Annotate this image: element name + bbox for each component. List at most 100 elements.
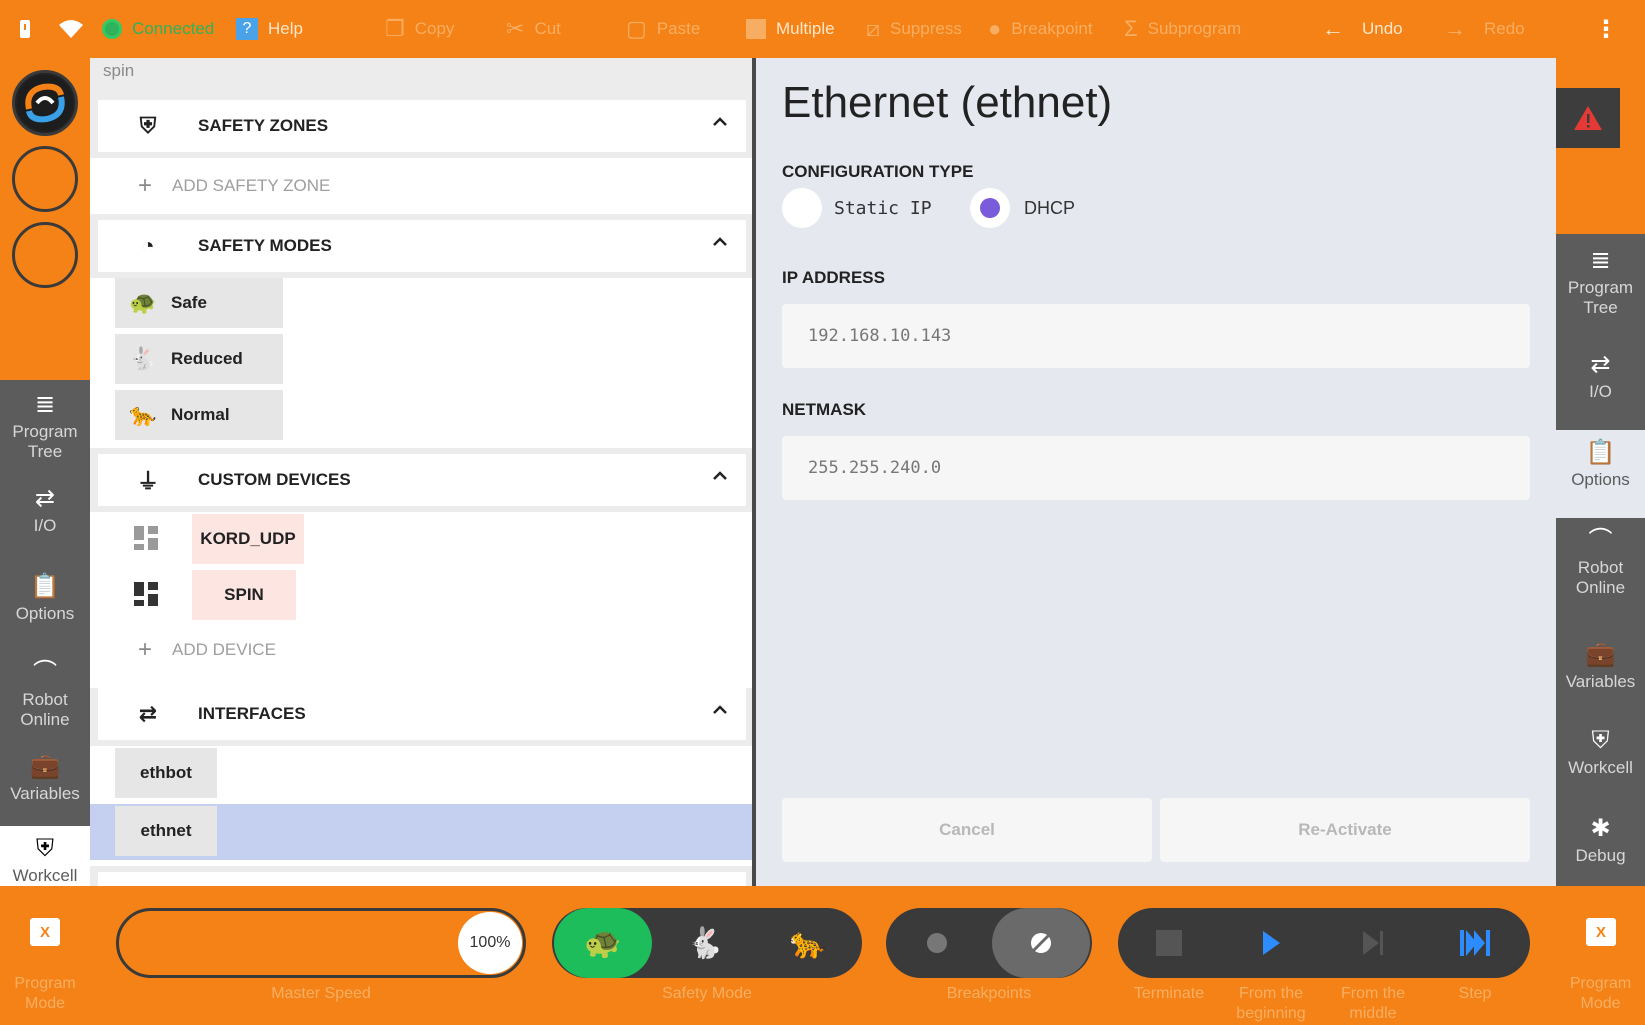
multiple-select-icon bbox=[746, 19, 766, 39]
run-from-beginning-button[interactable] bbox=[1220, 908, 1322, 978]
cancel-button[interactable]: Cancel bbox=[782, 798, 1152, 862]
breakpoints-off-button[interactable] bbox=[992, 908, 1090, 978]
dhcp-radio[interactable] bbox=[970, 188, 1010, 228]
arrows-icon: ⇄ bbox=[34, 485, 56, 512]
ip-address-label: IP ADDRESS bbox=[782, 268, 885, 287]
static-ip-label[interactable]: Static IP bbox=[834, 198, 932, 219]
nav-variables[interactable]: 💼 Variables bbox=[0, 750, 90, 824]
mode-safe-button[interactable]: 🐢 Safe bbox=[115, 278, 283, 328]
static-ip-radio[interactable] bbox=[782, 188, 822, 228]
dhcp-label[interactable]: DHCP bbox=[1024, 198, 1075, 219]
sigma-icon: Σ bbox=[1124, 16, 1138, 41]
briefcase-icon: 💼 bbox=[30, 753, 60, 780]
chevron-up-icon[interactable] bbox=[712, 702, 728, 718]
dashboard-icon bbox=[134, 526, 158, 550]
nav-label: Variables bbox=[1565, 672, 1636, 691]
more-menu-icon[interactable]: ⋮ bbox=[1594, 0, 1618, 58]
arrow-right-icon: → bbox=[1444, 16, 1466, 41]
nav-label: I/O bbox=[33, 516, 57, 535]
safety-mode-label: Safety Mode bbox=[662, 985, 752, 1002]
nav-program-tree[interactable]: ≣ Program Tree bbox=[1556, 244, 1645, 330]
terminate-button[interactable] bbox=[1118, 908, 1220, 978]
left-nav: ≣ Program Tree ⇄ I/O 📋 Options ⌒ Robot O… bbox=[0, 380, 90, 908]
master-speed-slider[interactable]: 100% bbox=[116, 908, 526, 978]
copy-button[interactable]: ❐ Copy bbox=[385, 0, 454, 58]
nav-label: Workcell bbox=[1568, 758, 1633, 777]
right-sidebar-top bbox=[1556, 58, 1645, 234]
safety-mode-normal-button[interactable]: 🐆 bbox=[758, 908, 858, 978]
paste-button[interactable]: ▢ Paste bbox=[626, 0, 700, 58]
nav-robot-online[interactable]: ⌒ Robot Online bbox=[1556, 524, 1645, 610]
device-kord-udp-button[interactable]: KORD_UDP bbox=[192, 514, 304, 564]
breadcrumb: spin bbox=[103, 61, 135, 80]
interfaces-body: ethbot ethnet bbox=[90, 746, 752, 866]
program-mode-left-button[interactable]: X bbox=[30, 918, 60, 946]
shield-icon: ⛨ bbox=[36, 835, 54, 862]
breakpoints-on-button[interactable] bbox=[888, 908, 986, 978]
section-persistent-variables[interactable]: ▭ bbox=[98, 872, 746, 886]
bottom-control-bar: X Program Mode 100% Master Speed 🐢 🐇 🐆 S… bbox=[0, 886, 1645, 1025]
robot-status-icon[interactable] bbox=[18, 0, 32, 58]
page-title: Ethernet (ethnet) bbox=[782, 78, 1113, 127]
nav-program-tree[interactable]: ≣ Program Tree bbox=[0, 388, 90, 470]
help-button[interactable]: ? Help bbox=[236, 0, 303, 58]
reactivate-button[interactable]: Re-Activate bbox=[1160, 798, 1530, 862]
section-safety-zones[interactable]: ⛨ SAFETY ZONES bbox=[98, 100, 746, 152]
master-speed-handle[interactable]: 100% bbox=[458, 912, 522, 974]
scissors-icon: ✂ bbox=[506, 16, 525, 41]
add-safety-zone-button[interactable]: + ADD SAFETY ZONE bbox=[138, 172, 330, 200]
ip-address-field[interactable]: 192.168.10.143 bbox=[782, 304, 1530, 368]
safety-mode-safe-button[interactable]: 🐢 bbox=[554, 908, 652, 978]
app-logo bbox=[12, 70, 78, 136]
list-icon: ≣ bbox=[1590, 247, 1611, 274]
nav-debug[interactable]: ✱ Debug bbox=[1556, 812, 1645, 882]
nav-io[interactable]: ⇄ I/O bbox=[0, 482, 90, 556]
nav-label: Variables bbox=[10, 784, 80, 803]
step-button[interactable] bbox=[1424, 908, 1526, 978]
status-circle-2[interactable] bbox=[12, 222, 78, 288]
interface-ethbot-button[interactable]: ethbot bbox=[115, 748, 217, 798]
add-device-button[interactable]: + ADD DEVICE bbox=[138, 636, 276, 664]
connection-status[interactable]: Connected bbox=[102, 0, 214, 58]
undo-button[interactable]: ← Undo bbox=[1322, 0, 1403, 58]
cheetah-icon: 🐆 bbox=[789, 926, 827, 960]
chevron-up-icon[interactable] bbox=[712, 468, 728, 484]
multiple-button[interactable]: Multiple bbox=[746, 0, 835, 58]
breakpoint-button[interactable]: ● Breakpoint bbox=[988, 0, 1093, 58]
mode-reduced-button[interactable]: 🐇 Reduced bbox=[115, 334, 283, 384]
rabbit-icon: 🐇 bbox=[686, 926, 724, 960]
briefcase-icon: 💼 bbox=[1585, 641, 1616, 668]
nav-robot-online[interactable]: ⌒ Robot Online bbox=[0, 656, 90, 738]
bug-icon: ✱ bbox=[1590, 815, 1611, 842]
chevron-up-icon[interactable] bbox=[712, 114, 728, 130]
wifi-icon[interactable] bbox=[58, 0, 84, 58]
section-safety-modes[interactable]: ◔ SAFETY MODES bbox=[98, 220, 746, 272]
warning-button[interactable] bbox=[1556, 88, 1620, 148]
suppress-button[interactable]: ⧄ Suppress bbox=[866, 0, 962, 58]
dot-icon bbox=[927, 933, 947, 953]
nav-variables[interactable]: 💼 Variables bbox=[1556, 638, 1645, 708]
cut-button[interactable]: ✂ Cut bbox=[506, 0, 561, 58]
chevron-up-icon[interactable] bbox=[712, 234, 728, 250]
mode-normal-button[interactable]: 🐆 Normal bbox=[115, 390, 283, 440]
section-title: SAFETY ZONES bbox=[198, 116, 329, 135]
nav-io[interactable]: ⇄ I/O bbox=[1556, 348, 1645, 418]
netmask-field[interactable]: 255.255.240.0 bbox=[782, 436, 1530, 500]
program-mode-right-button[interactable]: X bbox=[1586, 918, 1616, 946]
run-from-middle-button[interactable] bbox=[1322, 908, 1424, 978]
nav-label: Debug bbox=[1575, 846, 1626, 865]
device-spin-button[interactable]: SPIN bbox=[192, 570, 296, 620]
nav-options[interactable]: 📋 Options bbox=[1556, 430, 1645, 518]
status-circle-1[interactable] bbox=[12, 146, 78, 212]
redo-button[interactable]: → Redo bbox=[1444, 0, 1525, 58]
subprogram-button[interactable]: Σ Subprogram bbox=[1124, 0, 1241, 58]
terminate-label: Terminate bbox=[1133, 985, 1205, 1002]
nav-workcell[interactable]: ⛨ Workcell bbox=[1556, 724, 1645, 794]
safety-mode-reduced-button[interactable]: 🐇 bbox=[656, 908, 754, 978]
mode-label: Safe bbox=[171, 293, 207, 312]
interface-ethnet-button[interactable]: ethnet bbox=[115, 806, 217, 856]
custom-devices-body: KORD_UDP SPIN + ADD DEVICE bbox=[90, 512, 752, 688]
nav-options[interactable]: 📋 Options bbox=[0, 570, 90, 644]
section-interfaces[interactable]: ⇄ INTERFACES bbox=[98, 688, 746, 740]
section-custom-devices[interactable]: ⏚ CUSTOM DEVICES bbox=[98, 454, 746, 506]
